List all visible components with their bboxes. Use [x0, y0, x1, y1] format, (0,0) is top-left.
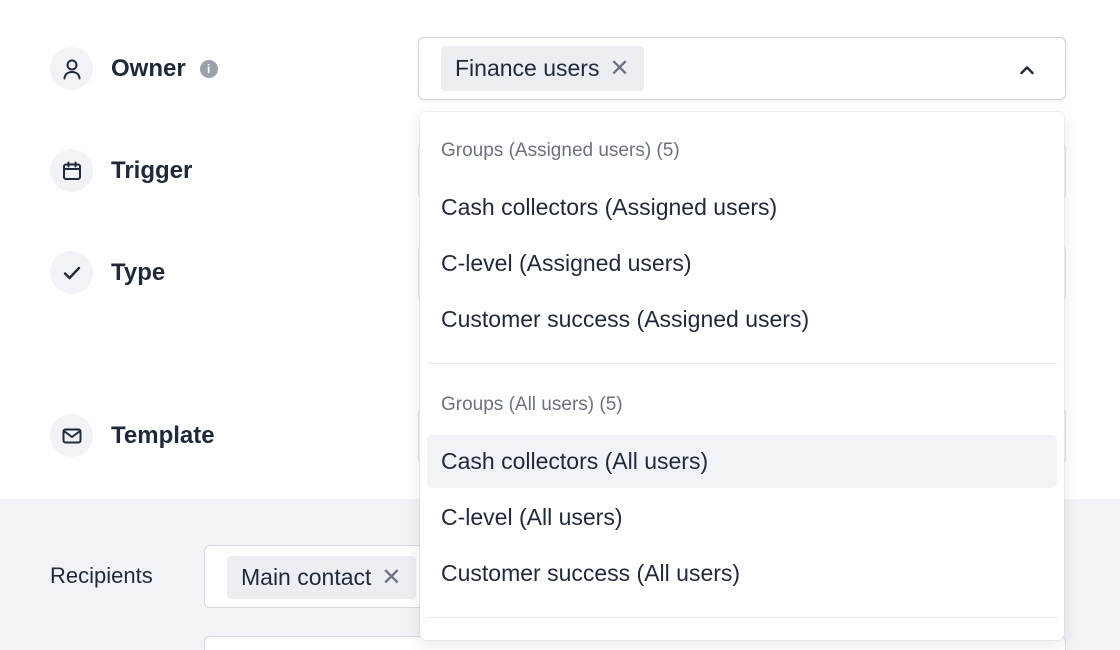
owner-chip-label: Finance users: [455, 55, 600, 81]
group-header-assigned: Groups (Assigned users) (5): [441, 140, 680, 161]
trigger-label: Trigger: [111, 156, 193, 184]
info-icon[interactable]: i: [199, 59, 218, 78]
owner-chip: Finance users ✕: [441, 46, 644, 91]
owner-row: Owner i: [50, 47, 218, 90]
mail-icon: [50, 414, 93, 457]
option-customer-success-assigned[interactable]: Customer success (Assigned users): [427, 293, 1057, 346]
type-label: Type: [111, 258, 166, 286]
trigger-row: Trigger: [50, 149, 192, 192]
owner-dropdown: Groups (Assigned users) (5) Cash collect…: [420, 112, 1064, 640]
template-label: Template: [111, 421, 215, 449]
type-row: Type: [50, 251, 165, 294]
option-customer-success-all[interactable]: Customer success (All users): [427, 547, 1057, 600]
owner-select[interactable]: Finance users ✕: [418, 37, 1066, 100]
group-header-all: Groups (All users) (5): [441, 394, 623, 415]
recipient-chip-label: Main contact: [241, 564, 372, 590]
user-icon: [50, 47, 93, 90]
option-c-level-assigned[interactable]: C-level (Assigned users): [427, 237, 1057, 290]
option-cash-collectors-all[interactable]: Cash collectors (All users): [427, 435, 1057, 488]
close-icon[interactable]: ✕: [609, 56, 629, 81]
group-divider: [427, 363, 1057, 364]
option-cash-collectors-assigned[interactable]: Cash collectors (Assigned users): [427, 181, 1057, 234]
calendar-icon: [50, 149, 93, 192]
template-row: Template: [50, 414, 215, 457]
close-icon[interactable]: ✕: [381, 565, 401, 590]
option-c-level-all[interactable]: C-level (All users): [427, 491, 1057, 544]
recipient-chip: Main contact ✕: [227, 556, 416, 599]
check-icon: [50, 251, 93, 294]
recipients-label: Recipients: [50, 563, 153, 588]
group-divider: [427, 617, 1057, 618]
owner-label: Owner: [111, 54, 186, 82]
automation-form: Owner i Trigger Type Template Recipients…: [0, 0, 1120, 650]
chevron-up-icon[interactable]: [1019, 62, 1035, 78]
